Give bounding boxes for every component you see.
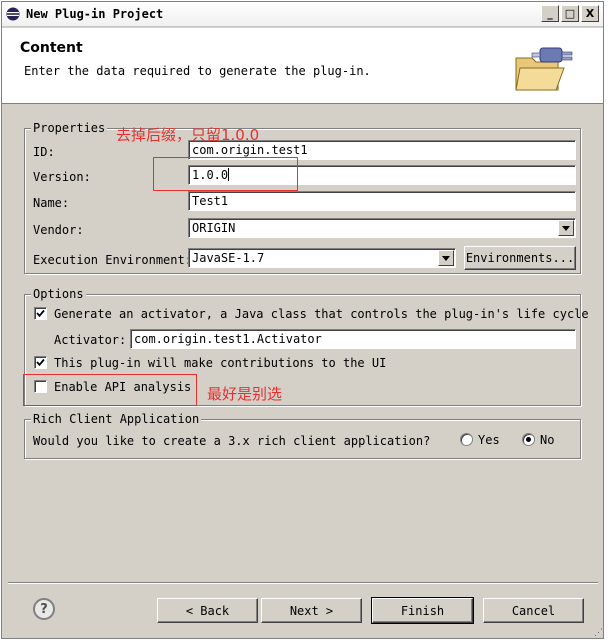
execution-environment-label: Execution Environment: [33, 253, 192, 267]
yes-radio-label: Yes [478, 433, 500, 447]
name-field[interactable]: Test1 [188, 191, 576, 211]
maximize-button[interactable]: □ [561, 5, 579, 22]
cancel-button[interactable]: Cancel [483, 598, 584, 623]
api-annotation-text: 最好是别选 [207, 385, 283, 403]
contributions-checkbox[interactable] [34, 356, 47, 369]
options-group-label: Options [31, 287, 86, 301]
version-label: Version: [33, 170, 91, 184]
api-annotation-box [23, 374, 197, 406]
no-radio-label: No [540, 433, 555, 447]
resize-grip-icon[interactable]: ⋰ [594, 628, 603, 638]
id-label: ID: [33, 145, 55, 159]
next-button[interactable]: Next > [261, 598, 362, 623]
page-title: Content [20, 40, 83, 56]
radio-selected-dot [526, 437, 531, 442]
no-radio[interactable] [522, 433, 535, 446]
rich-client-question: Would you like to create a 3.x rich clie… [33, 434, 431, 448]
generate-activator-checkbox[interactable] [34, 307, 47, 320]
wizard-header: Content Enter the data required to gener… [2, 28, 603, 104]
page-description: Enter the data required to generate the … [24, 64, 371, 78]
chevron-down-icon [562, 225, 570, 231]
new-plugin-project-window: New Plug-in Project _ □ X Content Enter … [1, 1, 604, 639]
activator-label: Activator: [54, 333, 127, 347]
generate-activator-label: Generate an activator, a Java class that… [54, 307, 589, 321]
execution-environment-combo[interactable]: JavaSE-1.7 [188, 248, 456, 268]
help-icon[interactable]: ? [33, 598, 55, 620]
vendor-combo-value: ORIGIN [192, 221, 236, 235]
activator-field[interactable]: com.origin.test1.Activator [130, 329, 576, 349]
finish-button[interactable]: Finish [371, 597, 474, 624]
title-bar[interactable]: New Plug-in Project _ □ X [2, 2, 603, 27]
plugin-folder-icon [515, 47, 573, 91]
version-annotation-box [153, 157, 298, 191]
yes-radio[interactable] [460, 433, 473, 446]
window-title: New Plug-in Project [26, 7, 164, 21]
footer-separator [8, 582, 598, 584]
vendor-label: Vendor: [33, 223, 84, 237]
contributions-label: This plug-in will make contributions to … [54, 356, 387, 370]
minimize-button[interactable]: _ [541, 5, 559, 22]
name-label: Name: [33, 196, 70, 210]
properties-group-label: Properties [31, 121, 108, 135]
environments-button[interactable]: Environments... [464, 246, 576, 270]
checkmark-icon [36, 358, 45, 367]
vendor-dropdown-button[interactable] [558, 220, 574, 236]
eclipse-icon [6, 7, 20, 21]
vendor-combo[interactable]: ORIGIN [188, 218, 576, 238]
chevron-down-icon [442, 255, 450, 261]
version-annotation-text: 去掉后缀，只留1.0.0 [116, 126, 260, 144]
back-button[interactable]: < Back [157, 598, 258, 623]
checkmark-icon [36, 309, 45, 318]
rich-client-group-label: Rich Client Application [31, 412, 202, 426]
close-button[interactable]: X [581, 5, 599, 22]
execution-environment-value: JavaSE-1.7 [192, 251, 265, 265]
environment-dropdown-button[interactable] [438, 250, 454, 266]
